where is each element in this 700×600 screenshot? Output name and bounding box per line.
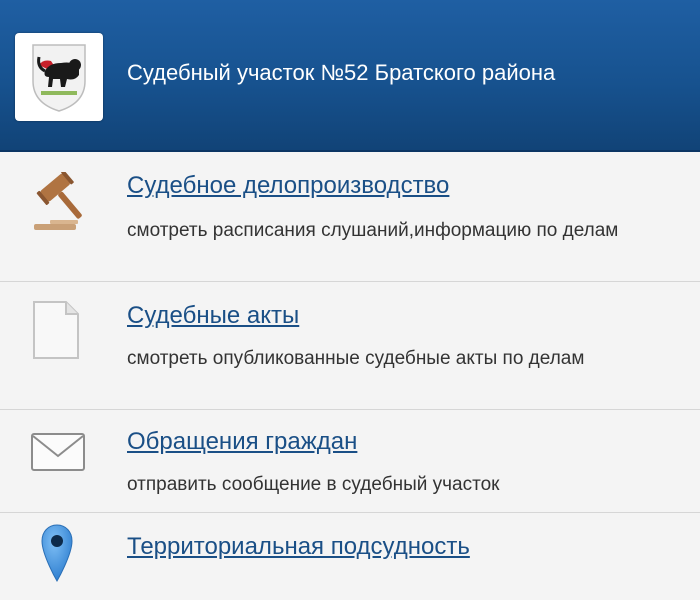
list-item-citizen-appeals[interactable]: Обращения граждан отправить сообщение в … bbox=[0, 410, 700, 513]
page-title: Судебный участок №52 Братского района bbox=[127, 60, 556, 85]
list-item-court-acts[interactable]: Судебные акты смотреть опубликованные су… bbox=[0, 282, 700, 410]
list-item-case-management[interactable]: Судебное делопроизводство смотреть распи… bbox=[0, 152, 700, 282]
document-icon bbox=[32, 300, 80, 365]
case-management-link[interactable]: Судебное делопроизводство bbox=[127, 172, 449, 200]
case-management-description: смотреть расписания слушаний,информацию … bbox=[127, 220, 619, 241]
court-acts-description: смотреть опубликованные судебные акты по… bbox=[127, 348, 585, 369]
court-acts-link[interactable]: Судебные акты bbox=[127, 302, 299, 330]
citizen-appeals-link[interactable]: Обращения граждан bbox=[127, 428, 357, 456]
page: Судебный участок №52 Братского района Су… bbox=[0, 0, 700, 600]
citizen-appeals-description: отправить сообщение в судебный участок bbox=[127, 474, 500, 495]
territorial-jurisdiction-link[interactable]: Территориальная подсудность bbox=[127, 533, 470, 561]
menu-list: Судебное делопроизводство смотреть распи… bbox=[0, 152, 700, 600]
envelope-icon bbox=[30, 432, 86, 477]
emblem-box[interactable] bbox=[15, 33, 103, 121]
irkutsk-coat-of-arms-icon bbox=[32, 44, 86, 112]
header: Судебный участок №52 Братского района bbox=[0, 0, 700, 152]
map-pin-icon bbox=[40, 523, 74, 590]
list-item-territorial-jurisdiction[interactable]: Территориальная подсудность bbox=[0, 513, 700, 600]
gavel-icon bbox=[28, 170, 92, 241]
